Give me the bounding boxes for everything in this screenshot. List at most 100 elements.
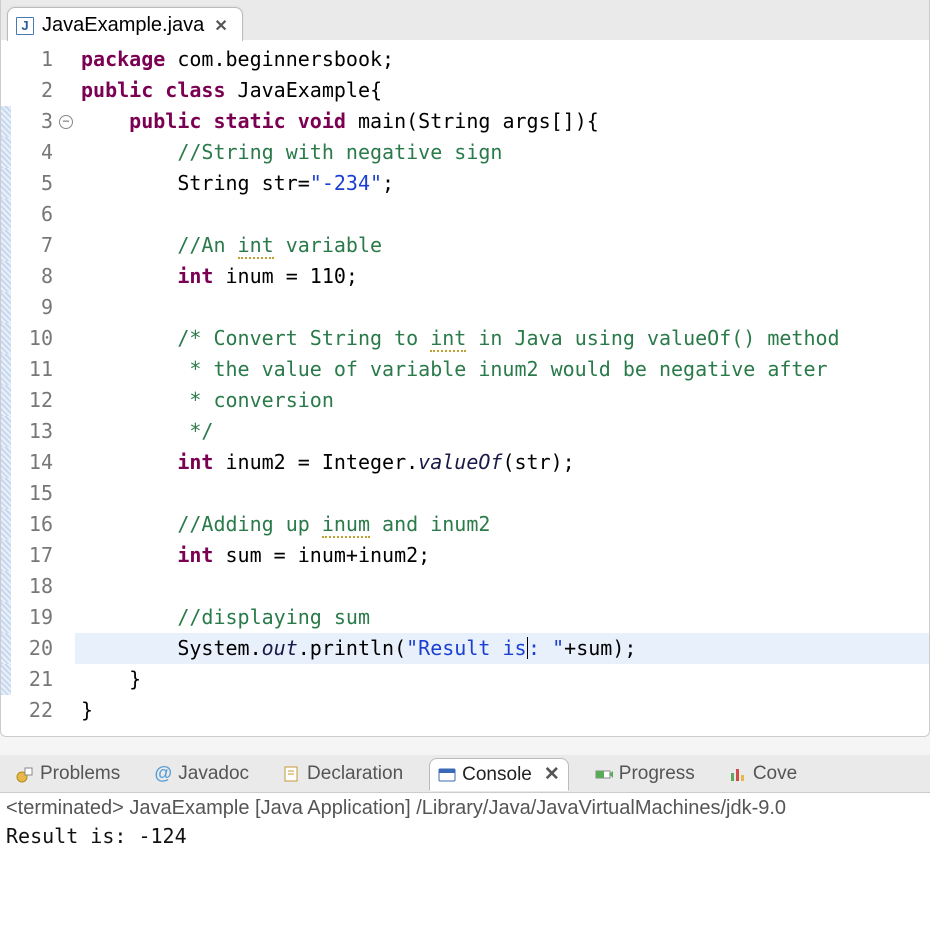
editor-tab-bar: J JavaExample.java ✕ [1, 0, 929, 40]
line-number: 15 [11, 478, 53, 509]
code-line[interactable]: /* Convert String to int in Java using v… [75, 323, 929, 354]
line-number: 16 [11, 509, 53, 540]
code-line[interactable]: int sum = inum+inum2; [75, 540, 929, 571]
code-lines[interactable]: package com.beginnersbook;public class J… [75, 44, 929, 726]
fold-cell [59, 230, 75, 261]
fold-cell [59, 323, 75, 354]
line-number: 12 [11, 385, 53, 416]
tab-console-label: Console [462, 764, 532, 786]
code-line[interactable]: //An int variable [75, 230, 929, 261]
code-line[interactable] [75, 292, 929, 323]
code-line[interactable]: //Adding up inum and inum2 [75, 509, 929, 540]
line-number: 14 [11, 447, 53, 478]
code-token: //String with negative sign [177, 140, 502, 164]
code-token: public [81, 78, 153, 102]
line-number: 19 [11, 602, 53, 633]
ruler-cell [1, 44, 11, 75]
javadoc-icon: @ [154, 765, 172, 783]
code-token [81, 605, 177, 629]
code-line[interactable]: //String with negative sign [75, 137, 929, 168]
code-token: String str= [81, 171, 310, 195]
ruler-cell [1, 199, 11, 230]
fold-cell [59, 571, 75, 602]
fold-cell [59, 509, 75, 540]
code-token [153, 78, 165, 102]
progress-icon [595, 765, 613, 783]
ruler-cell [1, 571, 11, 602]
code-token: com.beginnersbook; [165, 47, 394, 71]
fold-toggle-icon[interactable]: − [59, 115, 73, 129]
fold-cell [59, 199, 75, 230]
code-line[interactable]: package com.beginnersbook; [75, 44, 929, 75]
code-line[interactable]: */ [75, 416, 929, 447]
line-number: 9 [11, 292, 53, 323]
java-file-icon: J [16, 17, 34, 35]
code-token: int [177, 543, 213, 567]
console-status-line: <terminated> JavaExample [Java Applicati… [6, 797, 924, 820]
tab-javadoc[interactable]: @ Javadoc [146, 759, 257, 789]
tab-coverage[interactable]: Cove [721, 759, 805, 789]
line-number: 10 [11, 323, 53, 354]
declaration-icon [283, 765, 301, 783]
fold-gutter: − [59, 44, 75, 726]
fold-cell: − [59, 106, 75, 137]
code-token: "Result is [406, 636, 526, 660]
code-token [81, 543, 177, 567]
line-number: 5 [11, 168, 53, 199]
console-body: <terminated> JavaExample [Java Applicati… [0, 793, 930, 852]
code-token: package [81, 47, 165, 71]
ruler-cell [1, 261, 11, 292]
ruler-cell [1, 447, 11, 478]
code-token: : " [528, 636, 564, 660]
code-line[interactable]: //displaying sum [75, 602, 929, 633]
code-line[interactable] [75, 571, 929, 602]
ruler-cell [1, 292, 11, 323]
code-token: //Adding up [177, 512, 322, 536]
line-number: 3 [11, 106, 53, 137]
code-token: */ [81, 419, 213, 443]
code-token: void [298, 109, 346, 133]
code-line[interactable]: * the value of variable inum2 would be n… [75, 354, 929, 385]
ruler-cell [1, 137, 11, 168]
fold-cell [59, 416, 75, 447]
tab-declaration[interactable]: Declaration [275, 759, 411, 789]
overview-ruler [1, 44, 11, 726]
code-token [81, 326, 177, 350]
code-line[interactable]: * conversion [75, 385, 929, 416]
code-token: * conversion [81, 388, 334, 412]
tab-console[interactable]: Console ✕ [429, 758, 569, 791]
code-line[interactable]: String str="-234"; [75, 168, 929, 199]
fold-cell [59, 44, 75, 75]
fold-cell [59, 75, 75, 106]
code-token [201, 109, 213, 133]
code-token: int [177, 264, 213, 288]
close-tab-icon[interactable]: ✕ [212, 16, 229, 36]
fold-cell [59, 447, 75, 478]
code-line[interactable] [75, 199, 929, 230]
fold-cell [59, 354, 75, 385]
line-number: 4 [11, 137, 53, 168]
editor-tab-filename: JavaExample.java [42, 14, 204, 37]
code-line[interactable]: System.out.println("Result is: "+sum); [75, 633, 929, 664]
code-line[interactable]: int inum2 = Integer.valueOf(str); [75, 447, 929, 478]
code-line[interactable]: public static void main(String args[]){ [75, 106, 929, 137]
code-line[interactable] [75, 478, 929, 509]
ruler-cell [1, 540, 11, 571]
code-token: +sum); [564, 636, 636, 660]
fold-cell [59, 385, 75, 416]
code-token: out [262, 636, 298, 660]
tab-javadoc-label: Javadoc [178, 763, 249, 785]
code-line[interactable]: public class JavaExample{ [75, 75, 929, 106]
ruler-cell [1, 230, 11, 261]
code-token: inum2 = Integer. [213, 450, 418, 474]
tab-problems[interactable]: Problems [8, 759, 128, 789]
tab-progress[interactable]: Progress [587, 759, 703, 789]
fold-cell [59, 292, 75, 323]
editor-tab-javaexample[interactable]: J JavaExample.java ✕ [7, 7, 243, 41]
code-line[interactable]: int inum = 110; [75, 261, 929, 292]
code-area[interactable]: 12345678910111213141516171819202122 − pa… [1, 40, 929, 736]
code-line[interactable]: } [75, 695, 929, 726]
code-line[interactable]: } [75, 664, 929, 695]
close-console-icon[interactable]: ✕ [538, 763, 560, 786]
code-token: //displaying sum [177, 605, 370, 629]
